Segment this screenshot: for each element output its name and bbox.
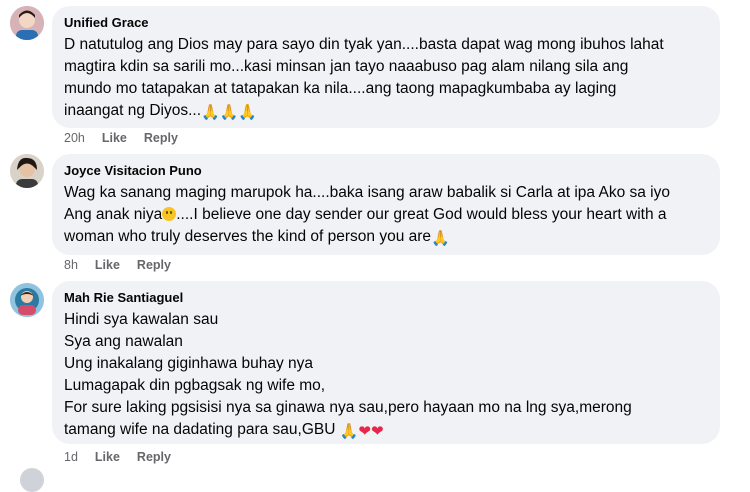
comment-line: Sya ang nawalan bbox=[64, 333, 183, 350]
like-button[interactable]: Like bbox=[95, 258, 120, 272]
comment-line: Ung inakalang giginhawa buhay nya bbox=[64, 355, 314, 372]
comment-bubble: Unified Grace D natutulog ang Dios may p… bbox=[52, 6, 720, 128]
comment-actions: 8h Like Reply bbox=[64, 258, 188, 272]
comment-author[interactable]: Unified Grace bbox=[64, 14, 708, 31]
profile-photo-icon bbox=[10, 154, 44, 188]
comment-line: woman who truly deserves the kind of per… bbox=[64, 228, 432, 245]
like-button[interactable]: Like bbox=[95, 450, 120, 464]
comment-text: Wag ka sanang maging marupok ha....baka … bbox=[64, 182, 708, 250]
comment-line: D natutulog ang Dios may para sayo din t… bbox=[64, 36, 664, 53]
avatar[interactable] bbox=[10, 154, 44, 188]
comment-author[interactable]: Joyce Visitacion Puno bbox=[64, 162, 708, 179]
pray-emoji-icon: 🙏🙏🙏 bbox=[201, 104, 258, 121]
comment-actions: 1d Like Reply bbox=[64, 450, 188, 464]
comment-line: Wag ka sanang maging marupok ha....baka … bbox=[64, 184, 670, 201]
comment-timestamp[interactable]: 8h bbox=[64, 258, 78, 272]
comment-line: Hindi sya kawalan sau bbox=[64, 311, 219, 328]
avatar[interactable] bbox=[20, 468, 44, 492]
pray-emoji-icon: 🙏 bbox=[431, 230, 450, 247]
heart-emoji-icon: ❤❤ bbox=[358, 423, 384, 440]
comment-line: tamang wife na dadating para sau,GBU bbox=[64, 421, 336, 438]
sad-emoji-icon bbox=[162, 207, 177, 221]
profile-photo-icon bbox=[10, 6, 44, 40]
comment-line: Ang anak niya bbox=[64, 206, 163, 223]
comment-line: inaangat ng Diyos... bbox=[64, 102, 202, 119]
comment-actions: 20h Like Reply bbox=[64, 131, 195, 145]
comment-text: Hindi sya kawalan sau Sya ang nawalan Ung … bbox=[64, 309, 708, 443]
avatar[interactable] bbox=[10, 6, 44, 40]
comment-line: mundo mo tatapakan at tatapakan ka nila.… bbox=[64, 80, 617, 97]
comment-bubble: Joyce Visitacion Puno Wag ka sanang magi… bbox=[52, 154, 720, 255]
comment-timestamp[interactable]: 1d bbox=[64, 450, 78, 464]
comment-timestamp[interactable]: 20h bbox=[64, 131, 85, 145]
comment-author[interactable]: Mah Rie Santiaguel bbox=[64, 289, 708, 306]
reply-button[interactable]: Reply bbox=[144, 131, 178, 145]
pray-emoji-icon: 🙏 bbox=[339, 423, 359, 440]
comment-line: ....I believe one day sender our great G… bbox=[176, 206, 667, 223]
reply-button[interactable]: Reply bbox=[137, 450, 171, 464]
comment-text: D natutulog ang Dios may para sayo din t… bbox=[64, 34, 708, 124]
comment-line: magtira kdin sa sarili mo...kasi minsan … bbox=[64, 58, 629, 75]
comment-line: For sure laking pgsisisi nya sa ginawa n… bbox=[64, 399, 632, 416]
comment-line: Lumagapak din pgbagsak ng wife mo, bbox=[64, 377, 326, 394]
profile-photo-icon bbox=[10, 283, 44, 317]
like-button[interactable]: Like bbox=[102, 131, 127, 145]
reply-button[interactable]: Reply bbox=[137, 258, 171, 272]
avatar[interactable] bbox=[10, 283, 44, 317]
comment-bubble: Mah Rie Santiaguel Hindi sya kawalan sau… bbox=[52, 281, 720, 444]
